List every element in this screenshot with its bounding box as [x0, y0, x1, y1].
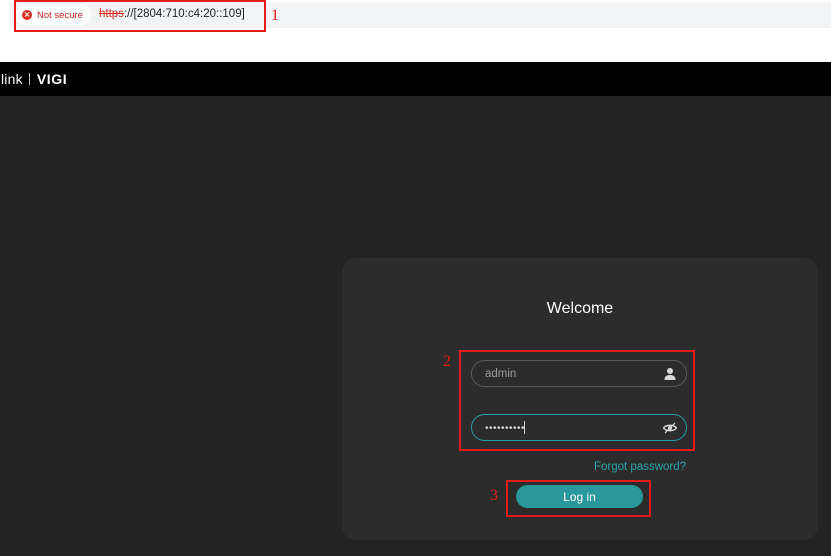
annotation-box-2	[459, 350, 695, 451]
annotation-box-3	[506, 480, 651, 517]
annotation-box-1	[14, 0, 266, 32]
forgot-password-link[interactable]: Forgot password?	[594, 461, 686, 473]
brand-logo-text: link	[1, 71, 23, 87]
annotation-number-1: 1	[271, 7, 279, 24]
welcome-title: Welcome	[546, 300, 614, 317]
app-header: link VIGI	[0, 62, 831, 96]
brand-divider	[28, 73, 30, 85]
brand-vigi-logo: VIGI	[36, 71, 68, 87]
annotation-number-2: 2	[443, 353, 451, 370]
annotation-number-3: 3	[490, 487, 498, 504]
